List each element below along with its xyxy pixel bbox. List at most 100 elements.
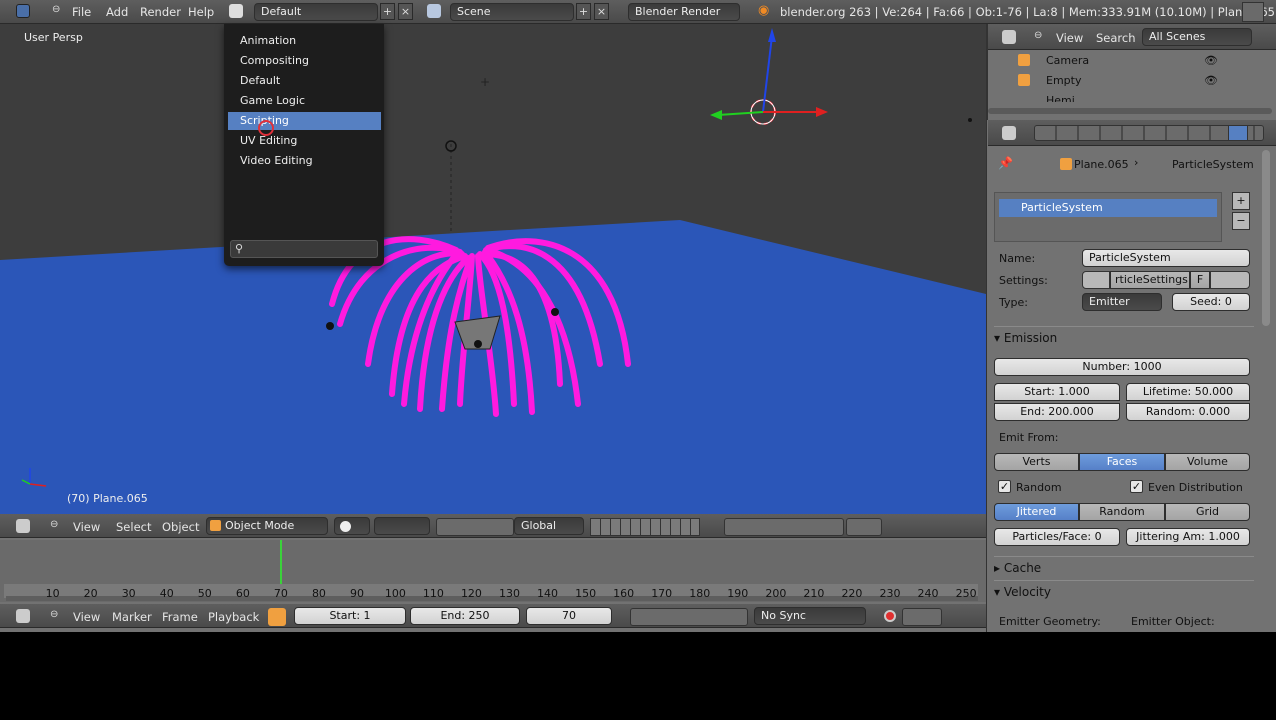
select-menu[interactable]: Select: [116, 520, 151, 534]
grid-dist-tab[interactable]: Grid: [1165, 503, 1250, 521]
settings-field[interactable]: rticleSettings: [1110, 271, 1190, 289]
menu-item-game-logic[interactable]: Game Logic: [240, 92, 305, 110]
menu-render[interactable]: Render: [140, 5, 181, 19]
start-field[interactable]: Start: 1.000: [994, 383, 1120, 401]
layout-selector[interactable]: Default: [254, 3, 378, 21]
fake-user-button[interactable]: F: [1190, 271, 1210, 289]
frame-menu[interactable]: Frame: [162, 610, 198, 624]
timeline-area[interactable]: [0, 540, 986, 602]
particles-per-face-field[interactable]: Particles/Face: 0: [994, 528, 1120, 546]
type-selector[interactable]: Emitter: [1082, 293, 1162, 311]
timeline-tick: 80: [311, 587, 326, 600]
playback-menu[interactable]: Playback: [208, 610, 259, 624]
outliner-empty[interactable]: Empty: [1046, 74, 1081, 87]
menu-item-video-editing[interactable]: Video Editing: [240, 152, 313, 170]
3d-viewport[interactable]: + User Persp (70) Plane.065: [0, 24, 986, 514]
current-frame-field[interactable]: 70: [526, 607, 612, 625]
viewport-scene: +: [0, 28, 986, 514]
timeline-tick: 160: [613, 587, 635, 600]
jittering-amount-field[interactable]: Jittering Am: 1.000: [1126, 528, 1250, 546]
random-checkbox[interactable]: ✓: [998, 480, 1011, 493]
manipulator-buttons[interactable]: [436, 518, 514, 536]
outliner-search-menu[interactable]: Search: [1096, 31, 1136, 45]
timeline-editor-icon[interactable]: [16, 609, 30, 623]
render-buttons[interactable]: [846, 518, 882, 536]
render-engine-selector[interactable]: Blender Render: [628, 3, 740, 21]
timeline-view-menu[interactable]: View: [73, 610, 100, 624]
collapse-menu-icon[interactable]: ⊖: [50, 519, 58, 530]
menu-item-compositing[interactable]: Compositing: [240, 52, 309, 70]
pivot-selector[interactable]: [374, 517, 430, 535]
emit-verts-tab[interactable]: Verts: [994, 453, 1079, 471]
menu-search-field[interactable]: ⚲: [230, 240, 378, 258]
remove-layout-icon[interactable]: ×: [398, 3, 413, 20]
menu-file[interactable]: File: [72, 5, 91, 19]
sync-selector[interactable]: No Sync: [754, 607, 866, 625]
editor-type-icon[interactable]: [16, 519, 30, 533]
preview-range-icon[interactable]: [268, 608, 286, 626]
orientation-selector[interactable]: Global: [514, 517, 584, 535]
timeline-tick: 150: [575, 587, 597, 600]
add-slot-icon[interactable]: +: [1232, 192, 1250, 210]
fullscreen-icon[interactable]: [1242, 2, 1264, 22]
add-scene-icon[interactable]: +: [576, 3, 591, 20]
name-field[interactable]: ParticleSystem: [1082, 249, 1250, 267]
number-field[interactable]: Number: 1000: [994, 358, 1250, 376]
properties-editor-icon[interactable]: [1002, 126, 1016, 140]
add-layout-icon[interactable]: +: [380, 3, 395, 20]
settings-browse-icon[interactable]: [1082, 271, 1110, 289]
mode-selector[interactable]: Object Mode: [206, 517, 328, 535]
end-frame-field[interactable]: End: 250: [410, 607, 520, 625]
pin-icon[interactable]: 📌: [998, 156, 1013, 170]
outliner-editor-icon[interactable]: [1002, 30, 1016, 44]
cache-panel-header[interactable]: ▸ Cache: [994, 556, 1254, 578]
outliner-view-menu[interactable]: View: [1056, 31, 1083, 45]
outliner-hemi[interactable]: Hemi: [1046, 94, 1075, 102]
menu-help[interactable]: Help: [188, 5, 214, 19]
marker-menu[interactable]: Marker: [112, 610, 152, 624]
timeline-collapse-icon[interactable]: ⊖: [50, 609, 58, 620]
screen-layout-icon[interactable]: [229, 4, 243, 18]
visibility-eye-icon-2[interactable]: 👁: [1204, 74, 1218, 87]
keying-buttons[interactable]: [902, 608, 942, 626]
properties-scrollbar[interactable]: [1262, 150, 1270, 326]
menu-item-default[interactable]: Default: [240, 72, 280, 90]
record-icon[interactable]: [884, 610, 896, 622]
even-distribution-checkbox[interactable]: ✓: [1130, 480, 1143, 493]
playback-controls[interactable]: [630, 608, 748, 626]
list-item-selected[interactable]: ParticleSystem: [999, 199, 1217, 217]
outliner-camera[interactable]: Camera: [1046, 54, 1089, 67]
emit-faces-tab[interactable]: Faces: [1079, 453, 1165, 471]
menu-add[interactable]: Add: [106, 5, 128, 19]
collapse-icon[interactable]: ⊖: [52, 4, 60, 15]
emit-volume-tab[interactable]: Volume: [1165, 453, 1250, 471]
particle-system-list[interactable]: ParticleSystem: [994, 192, 1222, 242]
particles-tab-icon[interactable]: [1228, 125, 1248, 141]
settings-actions[interactable]: [1210, 271, 1250, 289]
timeline-scrollbar[interactable]: [6, 596, 978, 601]
seed-field[interactable]: Seed: 0: [1172, 293, 1250, 311]
outliner-scrollbar[interactable]: [988, 108, 1272, 114]
layer-buttons[interactable]: [590, 518, 700, 536]
menu-item-animation[interactable]: Animation: [240, 32, 296, 50]
outliner-scene-filter[interactable]: All Scenes: [1142, 28, 1252, 46]
lifetime-field[interactable]: Lifetime: 50.000: [1126, 383, 1250, 401]
velocity-panel-header[interactable]: ▾ Velocity: [994, 580, 1254, 602]
random-lifetime-field[interactable]: Random: 0.000: [1126, 403, 1250, 421]
end-field[interactable]: End: 200.000: [994, 403, 1120, 421]
random-dist-tab[interactable]: Random: [1079, 503, 1165, 521]
plus-marker: +: [480, 75, 490, 89]
scene-icon[interactable]: [427, 4, 441, 18]
snap-buttons[interactable]: [724, 518, 844, 536]
outliner-collapse-icon[interactable]: ⊖: [1034, 30, 1042, 41]
object-menu[interactable]: Object: [162, 520, 199, 534]
remove-slot-icon[interactable]: −: [1232, 212, 1250, 230]
start-frame-field[interactable]: Start: 1: [294, 607, 406, 625]
view-menu[interactable]: View: [73, 520, 100, 534]
jittered-tab[interactable]: Jittered: [994, 503, 1079, 521]
scene-selector[interactable]: Scene: [450, 3, 574, 21]
visibility-eye-icon[interactable]: 👁: [1204, 54, 1218, 67]
info-editor-icon[interactable]: [16, 4, 30, 18]
emission-panel-header[interactable]: ▾ Emission: [994, 326, 1254, 348]
remove-scene-icon[interactable]: ×: [594, 3, 609, 20]
